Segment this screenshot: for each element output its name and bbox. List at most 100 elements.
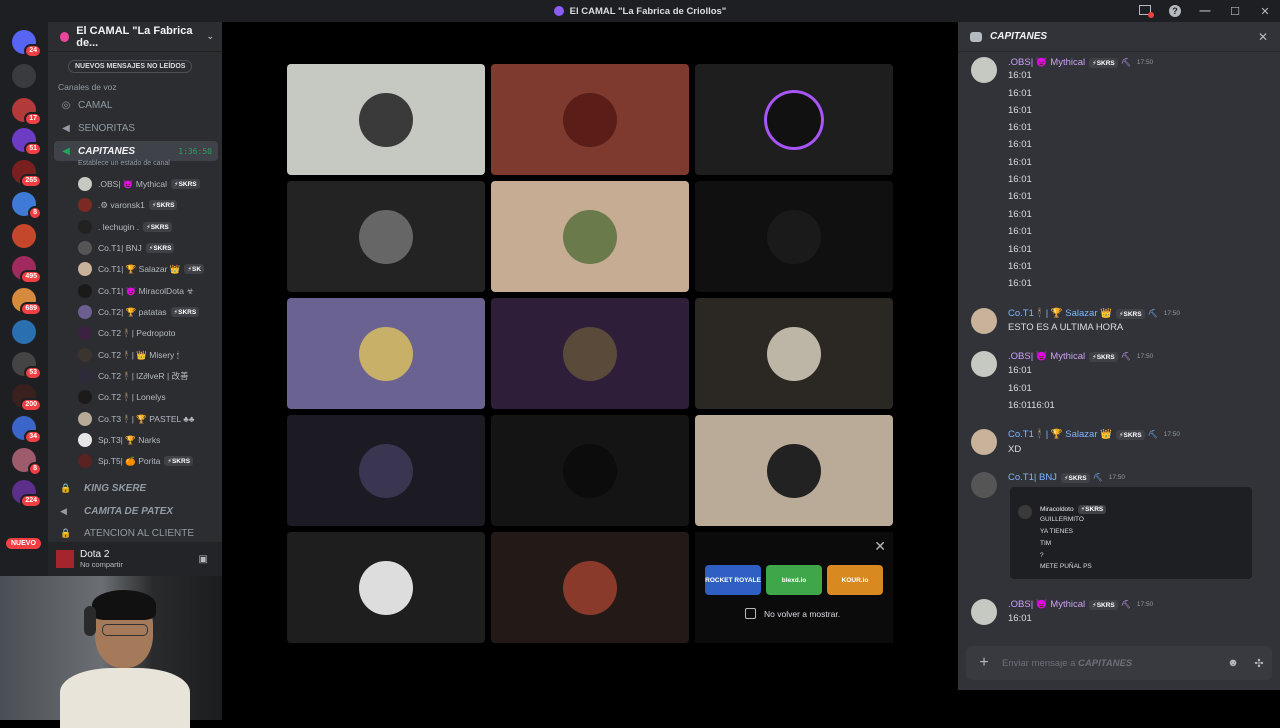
close-icon[interactable]: ✕	[874, 538, 886, 555]
speaker-icon: ◎	[61, 99, 71, 111]
apps-icon[interactable]: ✣	[1246, 657, 1272, 670]
avatar[interactable]	[971, 308, 997, 334]
participant-tile[interactable]	[287, 415, 485, 526]
server-name: El CAMAL "La Fabrica de...	[76, 24, 193, 49]
server-icon[interactable]: 53	[12, 352, 42, 380]
channel-capitanes[interactable]: ◀ CAPITANES 1:36:50	[54, 141, 218, 161]
server-icon[interactable]	[12, 320, 36, 344]
call-timer: 1:36:50	[178, 146, 212, 156]
author-name[interactable]: Co.T1🕴| 🏆 Salazar 👑	[1008, 429, 1112, 440]
plus-icon[interactable]: +	[966, 654, 1002, 672]
voice-member[interactable]: Co.T2🕴| Pedropoto	[78, 324, 218, 342]
participant-tile[interactable]	[287, 64, 485, 175]
server-icon[interactable]: 8	[12, 448, 42, 476]
inbox-button[interactable]	[1130, 4, 1160, 18]
participant-tile[interactable]	[491, 415, 689, 526]
image-attachment[interactable]: Miracoldoto ⚡SKRS GUILLERMITO YA TIENES T…	[1010, 487, 1252, 579]
close-icon[interactable]: ✕	[1258, 30, 1268, 44]
server-icon[interactable]: 17	[12, 98, 42, 126]
participant-tile[interactable]	[695, 415, 893, 526]
embed-line: ?	[1040, 552, 1044, 559]
chat-channel-name: CAPITANES	[990, 31, 1048, 42]
channel-atencion[interactable]: 🔒 ATENCION AL CLIENTE	[54, 523, 218, 543]
timestamp: 17:50	[1108, 474, 1125, 481]
channel-camita[interactable]: ◀ CAMITA DE PATEX	[54, 501, 218, 521]
server-icon[interactable]: 34	[12, 416, 42, 444]
voice-member[interactable]: Co.T1| 👿 MiracolDota ☣	[78, 282, 218, 300]
author-name[interactable]: .OBS| 👿 Mythical	[1008, 351, 1085, 362]
participant-tile[interactable]	[491, 181, 689, 292]
game-card[interactable]: ROCKET ROYALE	[705, 565, 761, 595]
participant-tile[interactable]	[287, 532, 485, 643]
checkbox[interactable]	[745, 608, 756, 619]
participant-tile[interactable]	[695, 298, 893, 409]
embed-line: METE PUÑAL PS	[1040, 563, 1092, 570]
participant-tile[interactable]	[695, 181, 893, 292]
stream-button[interactable]: ▣	[199, 554, 208, 565]
channel-kingskere[interactable]: 🔒 KING SKERE	[54, 478, 218, 498]
channel-camal[interactable]: ◎ CAMAL	[54, 95, 218, 115]
author-name[interactable]: .OBS| 👿 Mythical	[1008, 599, 1085, 610]
close-window-button[interactable]: ✕	[1250, 5, 1280, 18]
avatar[interactable]	[971, 429, 997, 455]
voice-member[interactable]: . lechugin . ⚡SKRS	[78, 218, 218, 236]
channel-senoritas[interactable]: ◀ SENORITAS	[54, 118, 218, 138]
member-name: Co.T1| 🏆 Salazar 👑	[98, 263, 181, 274]
server-icon[interactable]	[12, 224, 36, 248]
participant-tile[interactable]	[287, 181, 485, 292]
member-tag: ⚡SKRS	[145, 243, 175, 253]
voice-member[interactable]: Co.T3🕴| 🏆 PASTEL ♣♣	[78, 410, 218, 428]
avatar	[78, 412, 92, 426]
author-name[interactable]: Co.T1🕴| 🏆 Salazar 👑	[1008, 308, 1112, 319]
voice-member[interactable]: Co.T2🕴| lZ∂lveR | 改善	[78, 367, 218, 385]
maximize-button[interactable]: ☐	[1220, 5, 1250, 18]
server-icon[interactable]: 689	[12, 288, 42, 316]
game-card[interactable]: KOUR.io	[827, 565, 883, 595]
message-line: 16:01	[1008, 88, 1032, 99]
voice-category[interactable]: Canales de voz	[58, 82, 117, 92]
message-line: 16:01	[1008, 226, 1032, 237]
server-icon[interactable]: 495	[12, 256, 42, 284]
channel-status[interactable]: Establece un estado de canal	[78, 160, 170, 167]
server-icon[interactable]: 265	[12, 160, 42, 188]
voice-member[interactable]: Co.T2| 🏆 patatas ⚡SKRS	[78, 303, 218, 321]
server-icon[interactable]: 51	[12, 128, 42, 156]
help-button[interactable]: ?	[1160, 5, 1190, 17]
voice-member[interactable]: Sp.T3| 🏆 Narks	[78, 431, 218, 449]
new-messages-pill[interactable]: NUEVOS MENSAJES NO LEÍDOS	[68, 60, 193, 73]
game-card[interactable]: blexd.io	[766, 565, 822, 595]
dont-show-again[interactable]: No volver a mostrar.	[745, 608, 840, 619]
voice-member[interactable]: Co.T2🕴| Lonelys	[78, 388, 218, 406]
chevron-down-icon: ⌄	[206, 31, 214, 41]
voice-member[interactable]: .OBS| 👿 Mythical ⚡SKRS	[78, 175, 218, 193]
server-icon[interactable]: 224	[12, 480, 42, 508]
timestamp: 17:50	[1163, 310, 1181, 317]
channel-label: KING SKERE	[84, 482, 147, 494]
voice-member[interactable]: Sp.T5| 🍊 Porita ⚡SKRS	[78, 452, 218, 470]
voice-member[interactable]: .⚙ varonsk1 ⚡SKRS	[78, 196, 218, 214]
participant-tile[interactable]	[695, 64, 893, 175]
server-header[interactable]: El CAMAL "La Fabrica de... ⌄	[48, 22, 222, 52]
author-name[interactable]: .OBS| 👿 Mythical	[1008, 57, 1085, 68]
server-icon[interactable]	[12, 64, 36, 88]
minimize-button[interactable]: —	[1190, 5, 1220, 17]
emoji-icon[interactable]: ☻	[1220, 657, 1246, 669]
avatar[interactable]	[971, 472, 997, 498]
home-button[interactable]: 24	[12, 30, 42, 58]
voice-member[interactable]: Co.T2🕴| 👑 Misery 🕯	[78, 346, 218, 364]
server-icon[interactable]: 200	[12, 384, 42, 412]
avatar[interactable]	[971, 351, 997, 377]
server-icon[interactable]: 8	[12, 192, 42, 220]
voice-member[interactable]: Co.T1| 🏆 Salazar 👑 ⚡SK	[78, 260, 218, 278]
voice-member[interactable]: Co.T1| BNJ ⚡SKRS	[78, 239, 218, 257]
participant-tile[interactable]	[287, 298, 485, 409]
participant-tile[interactable]	[491, 532, 689, 643]
avatar[interactable]	[971, 57, 997, 83]
avatar[interactable]	[971, 599, 997, 625]
participant-tile[interactable]	[491, 64, 689, 175]
message-input[interactable]: + Enviar mensaje a CAPITANES ☻ ✣	[966, 646, 1272, 680]
author-name[interactable]: Co.T1| BNJ	[1008, 472, 1057, 483]
avatar	[78, 369, 92, 383]
embed-line: TIM	[1040, 540, 1052, 547]
participant-tile[interactable]	[491, 298, 689, 409]
